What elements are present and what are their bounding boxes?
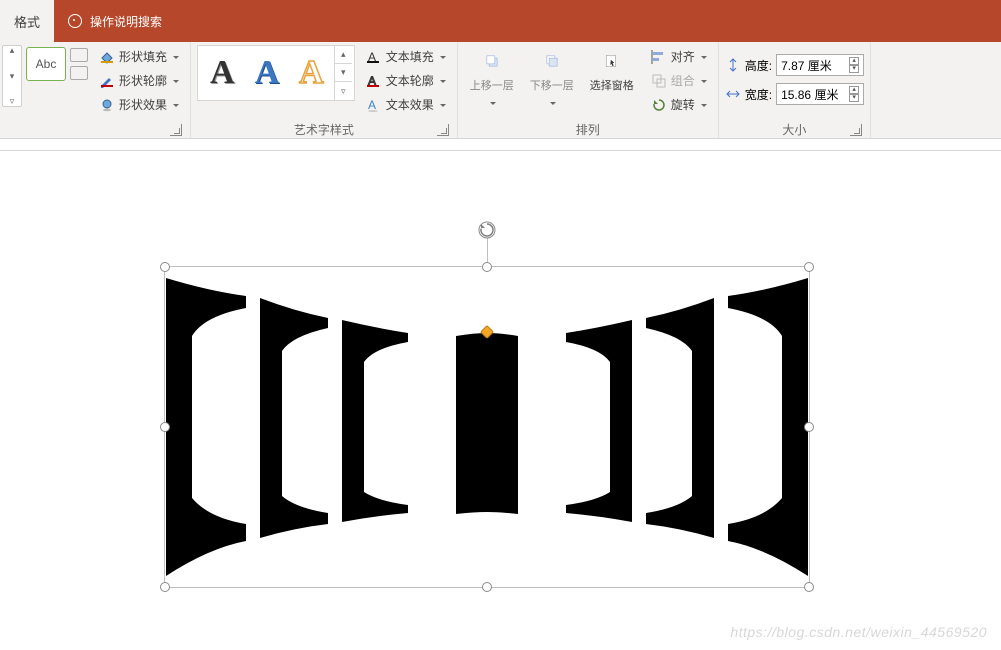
height-label: 高度: — [745, 57, 772, 74]
selection-bounds[interactable] — [164, 266, 810, 588]
rotate-icon — [651, 97, 667, 113]
group-label-wordart: 艺术字样式 — [294, 121, 354, 138]
selection-pane-icon — [598, 47, 626, 75]
text-outline-button[interactable]: A 文本轮廓 — [361, 69, 451, 92]
rotate-button[interactable]: 旋转 — [646, 93, 712, 116]
adjustment-handle[interactable] — [480, 325, 494, 339]
group-button[interactable]: 组合 — [646, 69, 712, 92]
wordart-preset-3[interactable]: A — [289, 52, 334, 94]
width-icon — [725, 86, 741, 102]
bucket-icon — [99, 49, 115, 65]
height-input[interactable]: 7.87 厘米 ▴▾ — [776, 54, 864, 76]
text-outline-icon: A — [366, 73, 382, 89]
dialog-launcher-icon[interactable] — [437, 124, 449, 136]
shape-outline-button[interactable]: 形状轮廓 — [94, 69, 184, 92]
text-fill-icon: A — [366, 49, 382, 65]
spinner-icon[interactable]: ▴▾ — [849, 57, 859, 73]
resize-handle-sw[interactable] — [160, 582, 170, 592]
shape-fill-button[interactable]: 形状填充 — [94, 45, 184, 68]
send-backward-icon — [538, 47, 566, 75]
title-bar: 格式 操作说明搜索 — [0, 0, 1001, 42]
width-input[interactable]: 15.86 厘米 ▴▾ — [776, 83, 864, 105]
tell-me-search[interactable]: 操作说明搜索 — [54, 0, 176, 42]
shape-style-sample-2[interactable] — [70, 66, 88, 80]
resize-handle-n[interactable] — [482, 262, 492, 272]
shape-style-preset[interactable]: Abc — [26, 47, 66, 81]
group-size: 高度: 7.87 厘米 ▴▾ 宽度: 15.86 厘米 ▴▾ 大小 — [719, 42, 871, 138]
resize-handle-e[interactable] — [804, 422, 814, 432]
ribbon: ▴▾▿ Abc 形状填充 形状轮廓 — [0, 42, 1001, 139]
group-label-arrange: 排列 — [576, 121, 600, 138]
svg-text:A: A — [368, 98, 376, 112]
group-shape-styles: ▴▾▿ Abc 形状填充 形状轮廓 — [0, 42, 191, 138]
width-label: 宽度: — [745, 86, 772, 103]
shape-gallery-scroll[interactable]: ▴▾▿ — [2, 45, 22, 107]
group-icon — [651, 73, 667, 89]
tell-me-label: 操作说明搜索 — [90, 13, 162, 30]
spinner-icon[interactable]: ▴▾ — [849, 86, 859, 102]
text-fill-button[interactable]: A 文本填充 — [361, 45, 451, 68]
dialog-launcher-icon[interactable] — [170, 124, 182, 136]
resize-handle-s[interactable] — [482, 582, 492, 592]
group-arrange: 上移一层 下移一层 选择窗格 对齐 组合 — [458, 42, 719, 138]
wordart-gallery[interactable]: A A A ▴▾▿ — [197, 45, 355, 101]
resize-handle-w[interactable] — [160, 422, 170, 432]
shape-style-sample-1[interactable] — [70, 48, 88, 62]
resize-handle-ne[interactable] — [804, 262, 814, 272]
group-label-size: 大小 — [782, 121, 806, 138]
bring-forward-icon — [478, 47, 506, 75]
text-effects-button[interactable]: A 文本效果 — [361, 93, 451, 116]
pen-icon — [99, 73, 115, 89]
watermark: https://blog.csdn.net/weixin_44569520 — [730, 624, 987, 640]
resize-handle-se[interactable] — [804, 582, 814, 592]
group-wordart-styles: A A A ▴▾▿ A 文本填充 A 文本轮廓 A 文本效果 — [191, 42, 458, 138]
align-icon — [651, 49, 667, 65]
tab-format[interactable]: 格式 — [0, 0, 54, 42]
selection-pane-button[interactable]: 选择窗格 — [584, 45, 640, 95]
wordart-preset-2[interactable]: A — [245, 52, 290, 94]
wordart-gallery-scroll[interactable]: ▴▾▿ — [334, 46, 352, 100]
bring-forward-button[interactable]: 上移一层 — [464, 45, 520, 103]
dialog-launcher-icon[interactable] — [850, 124, 862, 136]
text-effects-icon: A — [366, 97, 382, 113]
lightbulb-icon — [68, 14, 82, 28]
height-icon — [725, 57, 741, 73]
wordart-preset-1[interactable]: A — [200, 52, 245, 94]
separator — [0, 150, 1001, 151]
align-button[interactable]: 对齐 — [646, 45, 712, 68]
rotation-handle-icon[interactable] — [478, 221, 496, 239]
send-backward-button[interactable]: 下移一层 — [524, 45, 580, 103]
effects-icon — [99, 97, 115, 113]
shape-effects-button[interactable]: 形状效果 — [94, 93, 184, 116]
resize-handle-nw[interactable] — [160, 262, 170, 272]
